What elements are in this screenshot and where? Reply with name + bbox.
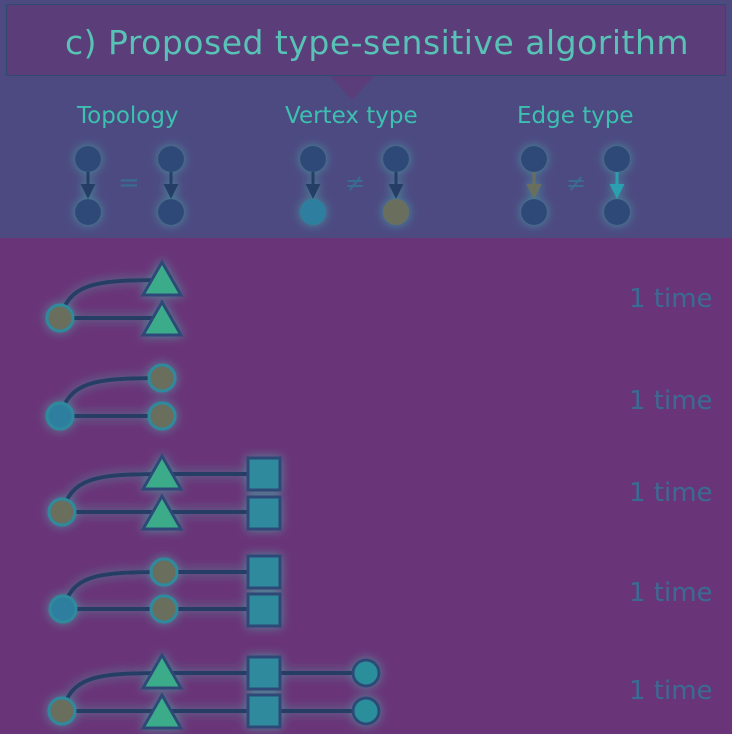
motif-3-root-node <box>47 497 77 527</box>
motif-5-count: 1 time <box>629 676 713 706</box>
motif-2-count: 1 time <box>629 386 713 416</box>
motif-2-node-top <box>147 363 177 393</box>
vertex-type-not-equal-sign: ≠ <box>345 169 365 197</box>
motif-row-5 <box>47 651 381 730</box>
motif-4-square-bottom <box>246 592 282 628</box>
motif-row-3 <box>47 452 282 531</box>
motif-3-count: 1 time <box>629 478 713 508</box>
motif-5-node-bottom <box>351 696 381 726</box>
motif-5-root-node <box>47 696 77 726</box>
edge-type-not-equal-sign: ≠ <box>566 169 586 197</box>
motif-row-1 <box>45 258 184 337</box>
motif-5-square-top <box>246 655 282 691</box>
motif-5-square-bottom <box>246 693 282 729</box>
motif-4-node-bottom <box>149 594 179 624</box>
topology-equal-sign: = <box>118 168 140 198</box>
motif-4-square-top <box>246 554 282 590</box>
motif-4-root-node <box>48 594 78 624</box>
motif-1-count: 1 time <box>629 284 713 314</box>
motif-4-count: 1 time <box>629 578 713 608</box>
motif-5-node-top <box>351 658 381 688</box>
motif-row-2 <box>45 363 177 431</box>
motif-3-square-top <box>246 456 282 492</box>
motif-row-4 <box>48 554 282 628</box>
motif-2-root-node <box>45 401 75 431</box>
motif-diagram: = ≠ ≠ <box>45 146 630 730</box>
motif-4-node-top <box>149 557 179 587</box>
motif-2-node-bottom <box>147 401 177 431</box>
motif-3-square-bottom <box>246 495 282 531</box>
motif-1-root-node <box>45 303 75 333</box>
